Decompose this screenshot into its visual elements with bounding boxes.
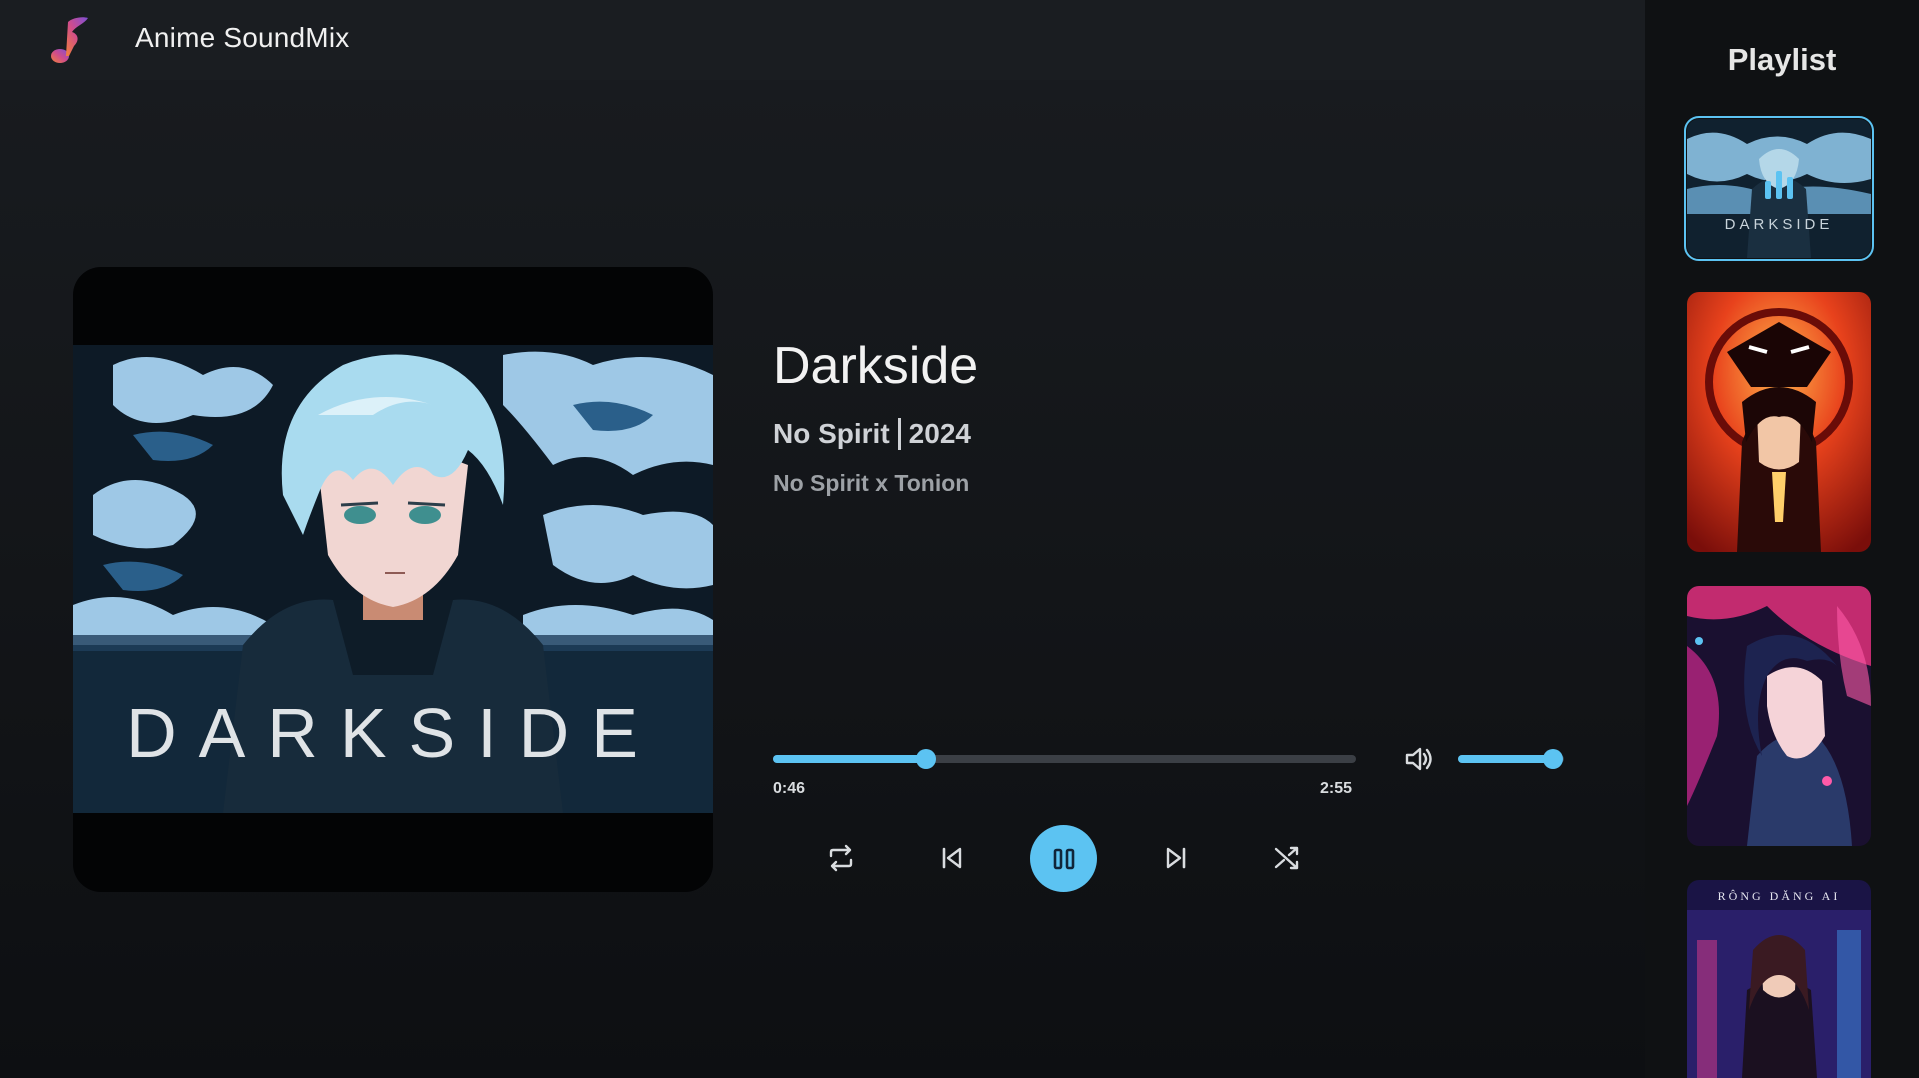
track-meta: No Spirit 2024 xyxy=(773,418,971,450)
skip-previous-icon xyxy=(942,847,962,869)
svg-text:RÔNG DĂNG AI: RÔNG DĂNG AI xyxy=(1718,889,1841,903)
pause-button[interactable] xyxy=(1030,825,1097,892)
playlist-item-3[interactable] xyxy=(1687,586,1871,846)
playlist-item-darkside[interactable]: DARKSIDE xyxy=(1684,116,1874,261)
cover-title-text: DARKSIDE xyxy=(126,694,660,772)
volume-icon[interactable] xyxy=(1403,744,1435,774)
volume-slider[interactable] xyxy=(1458,749,1564,769)
skip-next-icon xyxy=(1166,847,1186,869)
progress-slider[interactable] xyxy=(773,749,1356,769)
shuffle-icon xyxy=(1274,846,1299,870)
app-root: Anime SoundMix DARKSIDE Darkside No Spir… xyxy=(0,0,1919,1078)
meta-separator xyxy=(897,418,901,450)
next-button[interactable] xyxy=(1156,838,1196,878)
app-header: Anime SoundMix xyxy=(0,0,1645,80)
playlist-item-4[interactable]: RÔNG DĂNG AI xyxy=(1687,880,1871,1078)
playlist-cover-2 xyxy=(1687,292,1871,552)
svg-text:DARKSIDE: DARKSIDE xyxy=(126,694,660,772)
playlist-item-2[interactable] xyxy=(1687,292,1871,552)
playlist-cover-3 xyxy=(1687,586,1871,846)
current-time: 0:46 xyxy=(773,780,806,797)
shuffle-button[interactable] xyxy=(1267,838,1307,878)
playlist-cover-1: DARKSIDE xyxy=(1687,119,1871,258)
volume-fill xyxy=(1458,755,1554,763)
playlist-sidebar: Playlist DARKSIDE RÔNG DĂNG AI xyxy=(1645,0,1919,1078)
repeat-icon xyxy=(829,844,853,872)
pause-icon xyxy=(1053,848,1074,869)
music-note-logo-icon xyxy=(51,17,88,63)
total-time: 2:55 xyxy=(1320,780,1353,797)
app-title: Anime SoundMix xyxy=(135,22,350,53)
repeat-button[interactable] xyxy=(821,838,861,878)
track-year: 2024 xyxy=(908,418,971,449)
track-credits: No Spirit x Tonion xyxy=(773,470,970,496)
svg-text:DARKSIDE: DARKSIDE xyxy=(1725,216,1834,233)
playlist-title: Playlist xyxy=(1727,42,1837,77)
track-artist: No Spirit xyxy=(773,418,890,449)
track-title: Darkside xyxy=(773,337,979,395)
previous-button[interactable] xyxy=(932,838,972,878)
playlist-cover-4: RÔNG DĂNG AI xyxy=(1687,880,1871,1078)
progress-fill xyxy=(773,755,927,763)
album-cover: DARKSIDE xyxy=(73,267,713,892)
